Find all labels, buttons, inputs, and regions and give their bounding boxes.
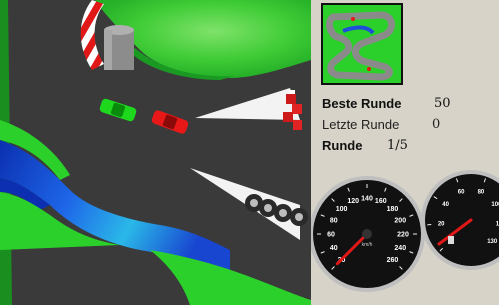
- speedometer-tick-label: 120: [347, 198, 359, 205]
- tachometer-tick-label: 40: [442, 202, 449, 208]
- track-scene: [0, 0, 311, 305]
- fuel-icon: [448, 236, 454, 244]
- speedometer-tick-label: 220: [397, 231, 409, 238]
- tachometer: 020406080100120130: [421, 170, 499, 270]
- tachometer-tick-label: 60: [458, 190, 465, 196]
- last-lap-row: Letzte Runde 0: [322, 117, 440, 132]
- speedometer-tick-label: 40: [330, 245, 338, 252]
- speedometer-tick-label: 80: [330, 218, 338, 225]
- speedometer-tick-label: 160: [375, 198, 387, 205]
- speedometer-tick-label: 260: [387, 257, 399, 264]
- last-lap-value: 0: [432, 117, 441, 132]
- tachometer-tick-label: 100: [491, 202, 499, 208]
- speedometer-tick-label: 200: [394, 218, 406, 225]
- best-lap-row: Beste Runde 50: [322, 96, 451, 111]
- speedometer-tick-label: 140: [361, 195, 373, 202]
- tachometer-tick-label: 130: [487, 239, 498, 245]
- tachometer-tick-label: 20: [438, 221, 445, 227]
- round-row: Runde 1/5: [322, 138, 408, 153]
- tachometer-tick-label: 80: [478, 190, 485, 196]
- speedometer-tick-label: 100: [336, 206, 348, 213]
- hud-panel: Beste Runde 50 Letzte Runde 0 Runde 1/5 …: [311, 0, 499, 305]
- speedometer-tick-label: 60: [327, 231, 335, 238]
- speedometer: 20406080100120140160180200220240260 km/h: [311, 176, 425, 292]
- last-lap-label: Letzte Runde: [322, 117, 400, 132]
- minimap: [321, 3, 403, 85]
- best-lap-value: 50: [434, 96, 451, 111]
- speedometer-unit: km/h: [362, 242, 373, 248]
- round-value: 1/5: [387, 138, 408, 153]
- best-lap-label: Beste Runde: [322, 96, 402, 111]
- gauge-cluster: 20406080100120140160180200220240260 km/h…: [311, 160, 499, 305]
- speedometer-tick-label: 240: [394, 245, 406, 252]
- round-label: Runde: [322, 138, 363, 153]
- race-track-view: [0, 0, 311, 305]
- speedometer-tick-label: 180: [387, 206, 399, 213]
